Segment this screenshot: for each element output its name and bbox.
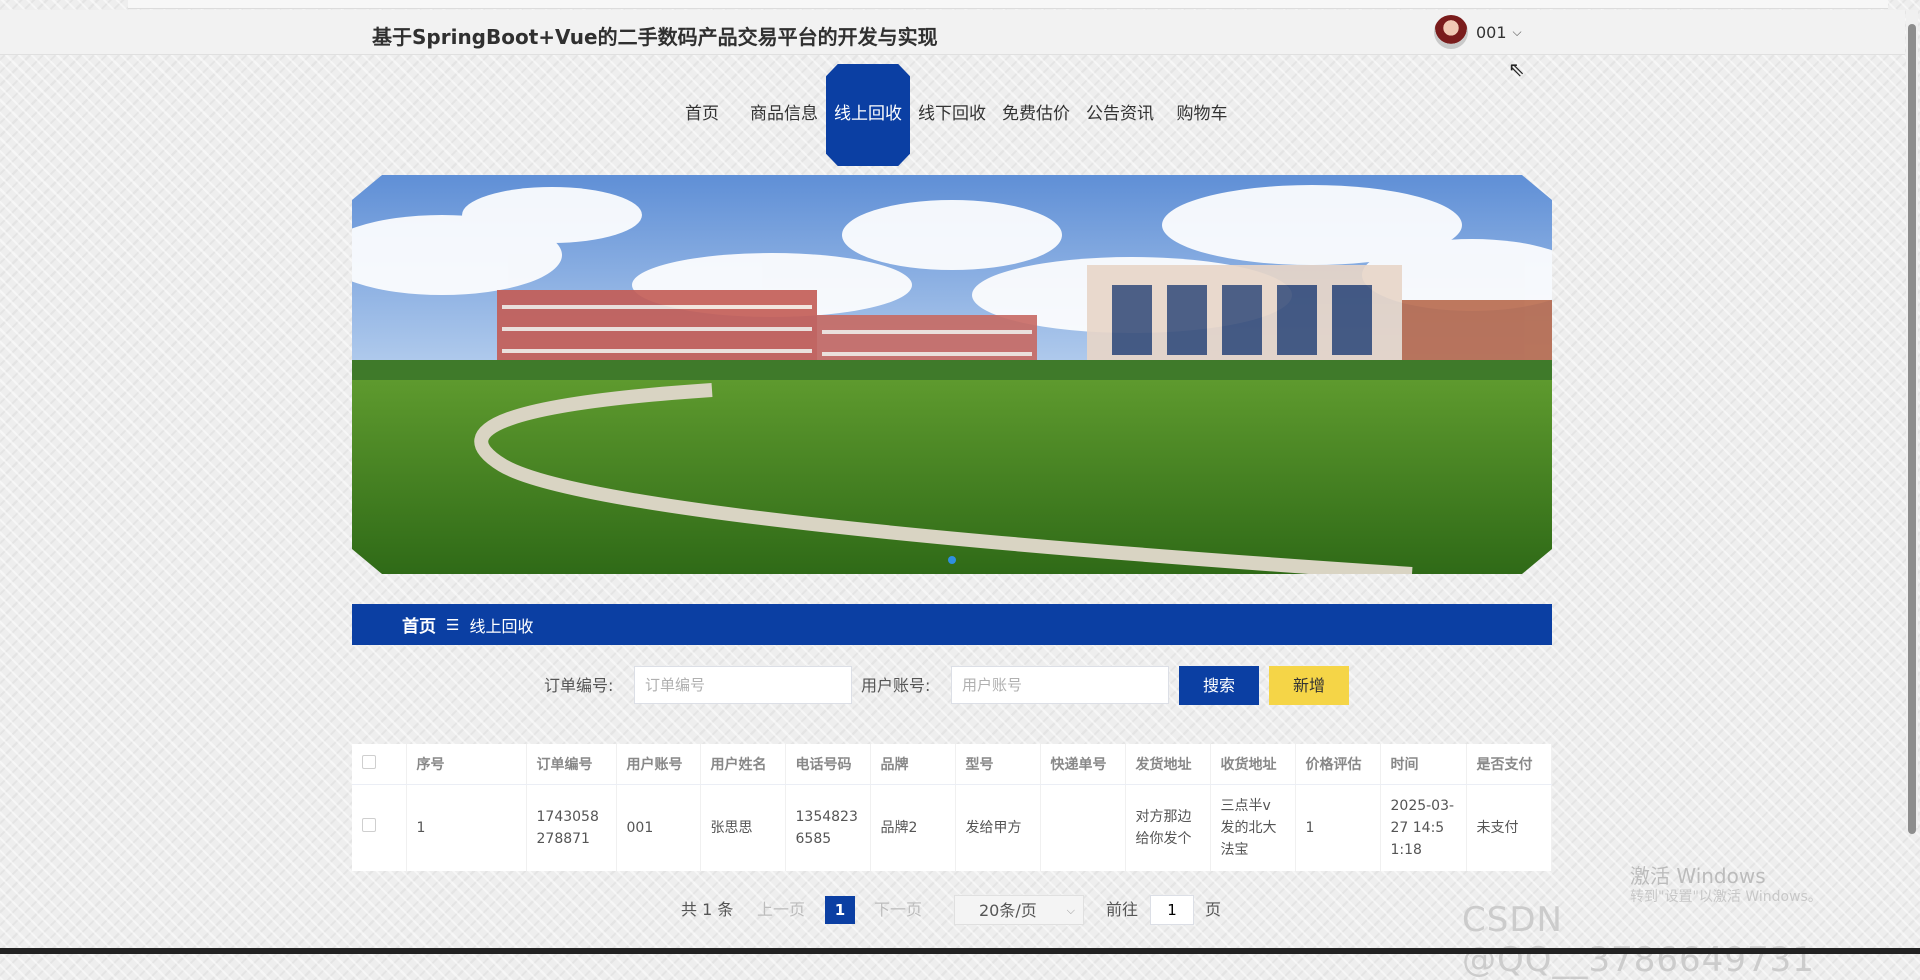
table-header-row: 序号 订单编号 用户账号 用户姓名 电话号码 品牌 型号 快递单号 发货地址 收…	[352, 744, 1552, 785]
table-cell: 2025-03-27 14:51:18	[1380, 784, 1467, 871]
table-cell: 发给甲方	[955, 784, 1041, 871]
page-size-value: 20条/页	[979, 901, 1037, 920]
col-header: 电话号码	[785, 744, 871, 785]
search-bar: 订单编号: 用户账号: 搜索 新增	[0, 666, 1905, 706]
col-header: 序号	[406, 744, 527, 785]
account-input[interactable]	[951, 666, 1169, 704]
site-header: 基于SpringBoot+Vue的二手数码产品交易平台的开发与实现 001 ⌵	[0, 10, 1905, 55]
table-row[interactable]: 1 1743058278871 001 张思思 13548236585 品牌2 …	[352, 784, 1552, 871]
page-unit-label: 页	[1205, 900, 1222, 919]
scrollbar-thumb[interactable]	[1908, 24, 1916, 834]
page-1-button[interactable]: 1	[825, 896, 855, 924]
nav-news[interactable]: 公告资讯	[1080, 64, 1160, 166]
col-header: 订单编号	[526, 744, 617, 785]
table-cell: 001	[616, 784, 701, 871]
table-cell: 对方那边给你发个	[1125, 784, 1211, 871]
table-cell: 未支付	[1466, 784, 1552, 871]
col-header: 收货地址	[1210, 744, 1296, 785]
prev-page-button[interactable]: 上一页	[757, 892, 805, 928]
goto-page-input[interactable]	[1150, 895, 1194, 925]
chevron-down-icon[interactable]: ⌵	[1513, 25, 1522, 40]
table-cell: 张思思	[700, 784, 786, 871]
table-cell: 13548236585	[785, 784, 871, 871]
add-button[interactable]: 新增	[1269, 666, 1349, 705]
col-header: 是否支付	[1466, 744, 1552, 785]
site-title: 基于SpringBoot+Vue的二手数码产品交易平台的开发与实现	[372, 25, 938, 49]
table-cell: 三点半v发的北大法宝	[1210, 784, 1296, 871]
pagination-total: 共 1 条	[681, 900, 734, 919]
order-no-input[interactable]	[634, 666, 852, 704]
user-menu[interactable]: 001 ⌵	[1434, 14, 1522, 50]
page-size-select[interactable]: 20条/页 ⌵	[954, 895, 1084, 925]
page-scrollbar[interactable]	[1906, 10, 1918, 834]
col-header: 用户账号	[616, 744, 701, 785]
nav-cart[interactable]: 购物车	[1164, 64, 1240, 166]
table-cell	[1040, 784, 1126, 871]
nav-offline-recycle[interactable]: 线下回收	[912, 64, 992, 166]
nav-products[interactable]: 商品信息	[744, 64, 824, 166]
account-label: 用户账号:	[861, 676, 931, 695]
nav-home[interactable]: 首页	[672, 64, 732, 166]
browser-top-strip	[128, 0, 1888, 9]
breadcrumb-home[interactable]: 首页	[402, 612, 436, 637]
breadcrumb-current: 线上回收	[469, 616, 534, 636]
chevron-down-icon: ⌵	[1066, 904, 1075, 917]
order-no-label: 订单编号:	[544, 676, 614, 695]
col-header: 品牌	[870, 744, 956, 785]
table-cell: 1743058278871	[526, 784, 617, 871]
table-cell: 1	[1295, 784, 1381, 871]
col-header: 型号	[955, 744, 1041, 785]
main-nav: 首页 商品信息 线上回收 线下回收 免费估价 公告资讯 购物车	[0, 64, 1905, 166]
table-cell: 品牌2	[870, 784, 956, 871]
col-header: 时间	[1380, 744, 1467, 785]
nav-free-estimate[interactable]: 免费估价	[996, 64, 1076, 166]
col-header: 发货地址	[1125, 744, 1211, 785]
banner-image	[352, 175, 1552, 574]
col-header: 价格评估	[1295, 744, 1381, 785]
taskbar-edge	[0, 948, 1920, 954]
banner-carousel[interactable]	[352, 175, 1552, 574]
next-page-button[interactable]: 下一页	[874, 892, 922, 928]
username[interactable]: 001	[1476, 23, 1507, 42]
table-cell: 1	[406, 784, 527, 871]
breadcrumb-separator-icon: ☰	[446, 615, 460, 634]
avatar[interactable]	[1434, 15, 1468, 49]
search-button[interactable]: 搜索	[1179, 666, 1259, 705]
select-all-checkbox[interactable]	[352, 744, 407, 785]
nav-online-recycle[interactable]: 线上回收	[826, 64, 910, 166]
row-checkbox[interactable]	[352, 784, 407, 871]
recycle-table: 序号 订单编号 用户账号 用户姓名 电话号码 品牌 型号 快递单号 发货地址 收…	[352, 744, 1552, 871]
csdn-watermark: CSDN @QQ__3786649731	[1462, 900, 1815, 980]
col-header: 快递单号	[1040, 744, 1126, 785]
col-header: 用户姓名	[700, 744, 786, 785]
windows-activation-title: 激活 Windows	[1630, 864, 1766, 888]
goto-label: 前往	[1106, 900, 1139, 919]
breadcrumb: 首页 ☰ 线上回收	[352, 604, 1552, 645]
